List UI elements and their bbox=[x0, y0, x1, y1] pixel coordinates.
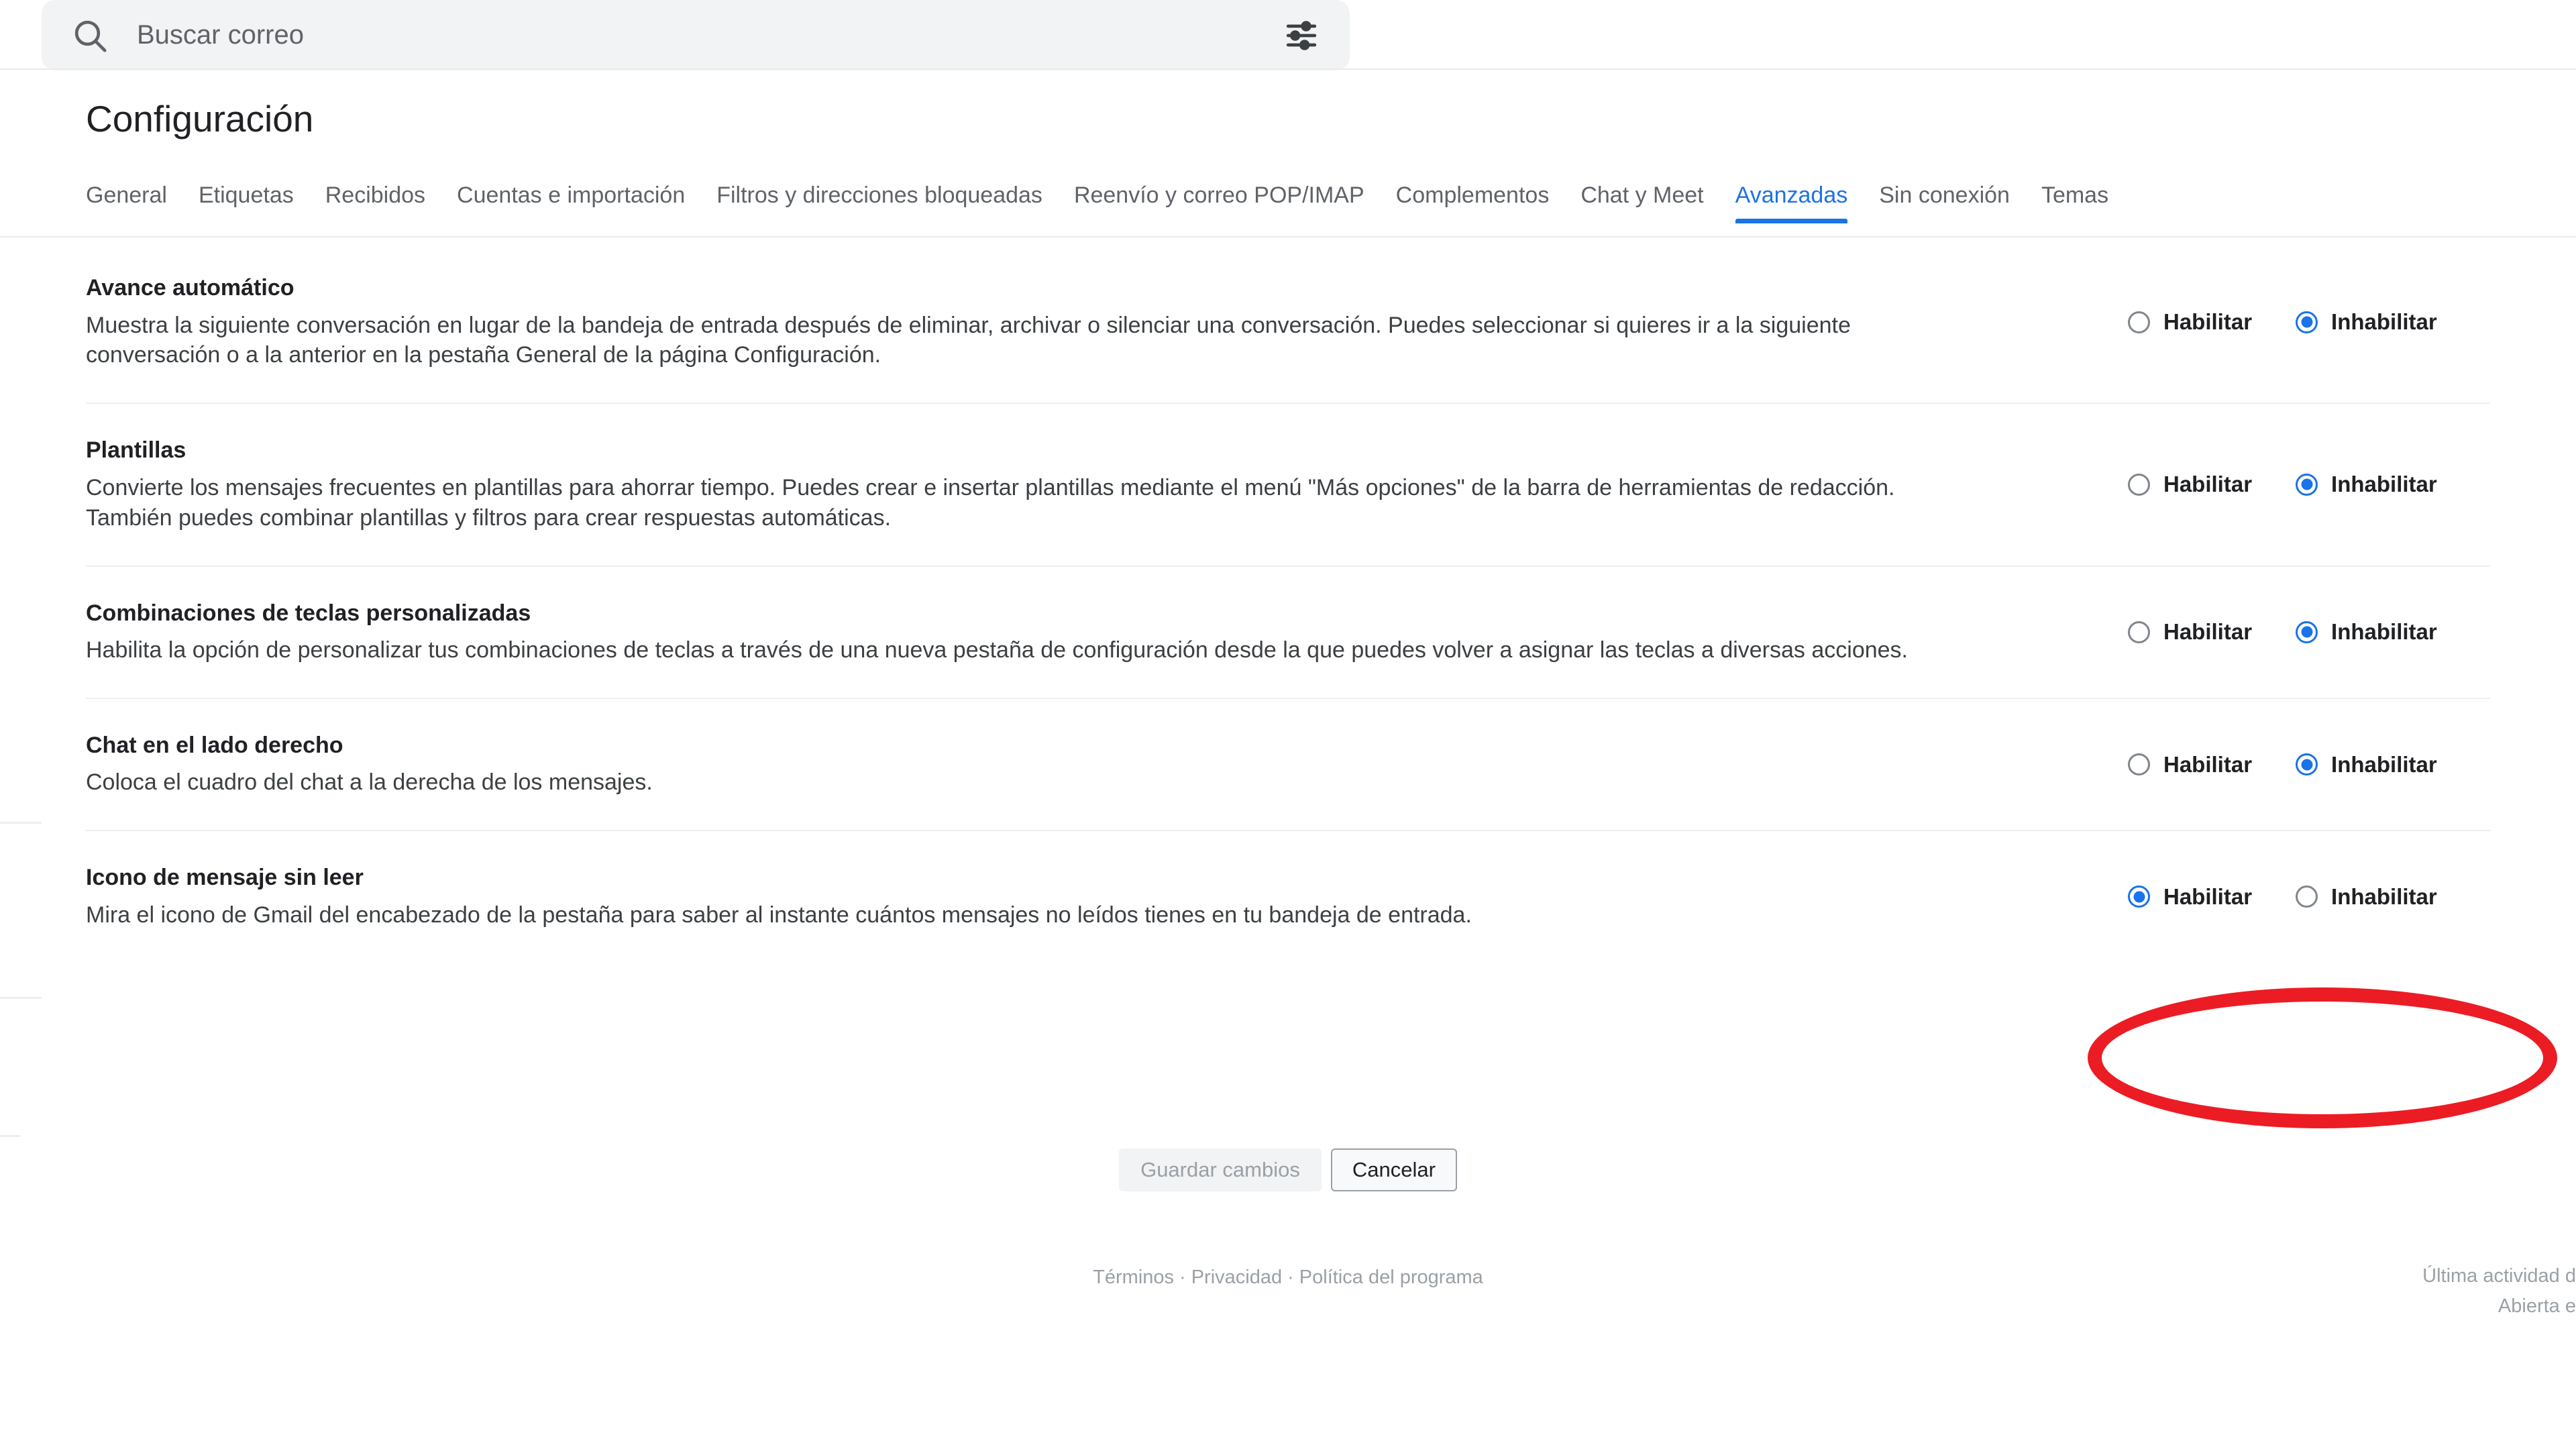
search-input[interactable] bbox=[136, 19, 1283, 51]
radio-group-plantillas: Habilitar Inhabilitar bbox=[2128, 472, 2490, 497]
tab-chat-y-meet[interactable]: Chat y Meet bbox=[1580, 182, 1703, 223]
setting-text: Icono de mensaje sin leer Mira el icono … bbox=[86, 863, 1499, 930]
setting-description: Mira el icono de Gmail del encabezado de… bbox=[86, 902, 1472, 928]
setting-row-plantillas: Plantillas Convierte los mensajes frecue… bbox=[86, 404, 2490, 567]
setting-text: Combinaciones de teclas personalizadas H… bbox=[86, 599, 1935, 665]
search-bar-container bbox=[0, 0, 1352, 70]
radio-option-habilitar[interactable]: Habilitar bbox=[2128, 619, 2252, 645]
tab-complementos[interactable]: Complementos bbox=[1396, 182, 1550, 223]
radio-label-habilitar: Habilitar bbox=[2163, 751, 2253, 777]
radio-label-habilitar: Habilitar bbox=[2163, 883, 2253, 909]
radio-group-chat-en-el-lado-derecho: Habilitar Inhabilitar bbox=[2128, 752, 2490, 777]
action-buttons: Guardar cambios Cancelar bbox=[0, 1148, 2576, 1192]
tab-sin-conexion[interactable]: Sin conexión bbox=[1879, 182, 2010, 223]
radio-option-inhabilitar[interactable]: Inhabilitar bbox=[2296, 472, 2437, 497]
radio-label-inhabilitar: Inhabilitar bbox=[2331, 751, 2437, 777]
tune-icon[interactable] bbox=[1283, 17, 1320, 54]
radio-circle-icon[interactable] bbox=[2128, 621, 2150, 643]
cancel-button[interactable]: Cancelar bbox=[1330, 1148, 1457, 1192]
radio-label-habilitar: Habilitar bbox=[2163, 472, 2253, 497]
radio-group-avance-automatico: Habilitar Inhabilitar bbox=[2128, 309, 2490, 335]
setting-description: Habilita la opción de personalizar tus c… bbox=[86, 637, 1908, 663]
radio-option-habilitar[interactable]: Habilitar bbox=[2128, 884, 2252, 910]
tabs-divider bbox=[0, 236, 2576, 237]
program-policy-link[interactable]: Política del programa bbox=[1299, 1267, 1483, 1288]
red-highlight-oval-annotation bbox=[2088, 987, 2557, 1128]
tab-cuentas-e-importacion[interactable]: Cuentas e importación bbox=[457, 182, 685, 223]
setting-text: Chat en el lado derecho Coloca el cuadro… bbox=[86, 731, 680, 798]
radio-label-inhabilitar: Inhabilitar bbox=[2331, 309, 2437, 335]
save-changes-button[interactable]: Guardar cambios bbox=[1119, 1148, 1322, 1192]
tab-temas[interactable]: Temas bbox=[2041, 182, 2108, 223]
footer-account-activity: Última actividad d Abierta e bbox=[2288, 1261, 2576, 1322]
radio-circle-selected-icon[interactable] bbox=[2296, 753, 2318, 776]
setting-title: Plantillas bbox=[86, 437, 186, 464]
radio-option-inhabilitar[interactable]: Inhabilitar bbox=[2296, 884, 2437, 910]
setting-text: Plantillas Convierte los mensajes frecue… bbox=[86, 436, 2011, 533]
sidebar-fragment-divider-3 bbox=[0, 1135, 20, 1137]
radio-label-inhabilitar: Inhabilitar bbox=[2331, 619, 2437, 645]
setting-row-avance-automatico: Avance automático Muestra la siguiente c… bbox=[86, 241, 2490, 405]
setting-row-icono-de-mensaje-sin-leer: Icono de mensaje sin leer Mira el icono … bbox=[86, 831, 2490, 962]
radio-label-habilitar: Habilitar bbox=[2163, 309, 2253, 335]
setting-description: Convierte los mensajes frecuentes en pla… bbox=[86, 474, 1895, 531]
search-icon bbox=[71, 17, 109, 54]
radio-circle-icon[interactable] bbox=[2296, 885, 2318, 908]
tab-reenvio-y-correo-pop-imap[interactable]: Reenvío y correo POP/IMAP bbox=[1074, 182, 1364, 223]
footer-separator-1: · bbox=[1179, 1267, 1186, 1288]
radio-circle-selected-icon[interactable] bbox=[2296, 621, 2318, 643]
radio-group-combinaciones-de-teclas: Habilitar Inhabilitar bbox=[2128, 619, 2490, 645]
setting-title: Icono de mensaje sin leer bbox=[86, 865, 364, 891]
header-divider bbox=[0, 68, 2576, 70]
radio-circle-icon[interactable] bbox=[2128, 311, 2150, 333]
radio-circle-selected-icon[interactable] bbox=[2296, 311, 2318, 333]
setting-title: Chat en el lado derecho bbox=[86, 732, 343, 758]
settings-tabs: General Etiquetas Recibidos Cuentas e im… bbox=[86, 182, 2108, 223]
privacy-link[interactable]: Privacidad bbox=[1191, 1267, 1282, 1288]
radio-label-habilitar: Habilitar bbox=[2163, 619, 2253, 645]
tab-general[interactable]: General bbox=[86, 182, 167, 223]
radio-option-inhabilitar[interactable]: Inhabilitar bbox=[2296, 752, 2437, 777]
footer-separator-2: · bbox=[1287, 1267, 1294, 1288]
radio-option-inhabilitar[interactable]: Inhabilitar bbox=[2296, 619, 2437, 645]
radio-option-habilitar[interactable]: Habilitar bbox=[2128, 309, 2252, 335]
radio-label-inhabilitar: Inhabilitar bbox=[2331, 883, 2437, 909]
last-activity-text: Última actividad d bbox=[2422, 1265, 2576, 1287]
radio-circle-selected-icon[interactable] bbox=[2128, 885, 2150, 908]
footer-links: Términos · Privacidad · Política del program… bbox=[0, 1267, 2576, 1289]
setting-text: Avance automático Muestra la siguiente c… bbox=[86, 274, 2011, 370]
radio-circle-selected-icon[interactable] bbox=[2296, 473, 2318, 496]
tab-avanzadas[interactable]: Avanzadas bbox=[1735, 182, 1847, 223]
tab-etiquetas[interactable]: Etiquetas bbox=[199, 182, 294, 223]
setting-row-chat-en-el-lado-derecho: Chat en el lado derecho Coloca el cuadro… bbox=[86, 699, 2490, 832]
radio-option-inhabilitar[interactable]: Inhabilitar bbox=[2296, 309, 2437, 335]
search-bar[interactable] bbox=[42, 0, 1350, 70]
setting-title: Combinaciones de teclas personalizadas bbox=[86, 600, 531, 626]
radio-option-habilitar[interactable]: Habilitar bbox=[2128, 472, 2252, 497]
opened-in-text: Abierta e bbox=[2498, 1295, 2576, 1317]
radio-circle-icon[interactable] bbox=[2128, 473, 2150, 496]
tab-filtros-y-direcciones-bloqueadas[interactable]: Filtros y direcciones bloqueadas bbox=[716, 182, 1042, 223]
tab-recibidos[interactable]: Recibidos bbox=[325, 182, 425, 223]
setting-title: Avance automático bbox=[86, 275, 294, 301]
sidebar-fragment-divider-2 bbox=[0, 997, 42, 999]
terms-link[interactable]: Términos bbox=[1093, 1267, 1174, 1288]
setting-description: Coloca el cuadro del chat a la derecha d… bbox=[86, 769, 653, 796]
setting-row-combinaciones-de-teclas-personalizadas: Combinaciones de teclas personalizadas H… bbox=[86, 567, 2490, 699]
page-title: Configuración bbox=[86, 98, 314, 140]
radio-option-habilitar[interactable]: Habilitar bbox=[2128, 752, 2252, 777]
setting-description: Muestra la siguiente conversación en lug… bbox=[86, 312, 1851, 368]
gmail-settings-page: Configuración General Etiquetas Recibido… bbox=[0, 0, 2576, 1449]
radio-circle-icon[interactable] bbox=[2128, 753, 2150, 776]
radio-group-icono-de-mensaje-sin-leer: Habilitar Inhabilitar bbox=[2128, 884, 2490, 910]
radio-label-inhabilitar: Inhabilitar bbox=[2331, 472, 2437, 497]
settings-list: Avance automático Muestra la siguiente c… bbox=[0, 241, 2576, 963]
